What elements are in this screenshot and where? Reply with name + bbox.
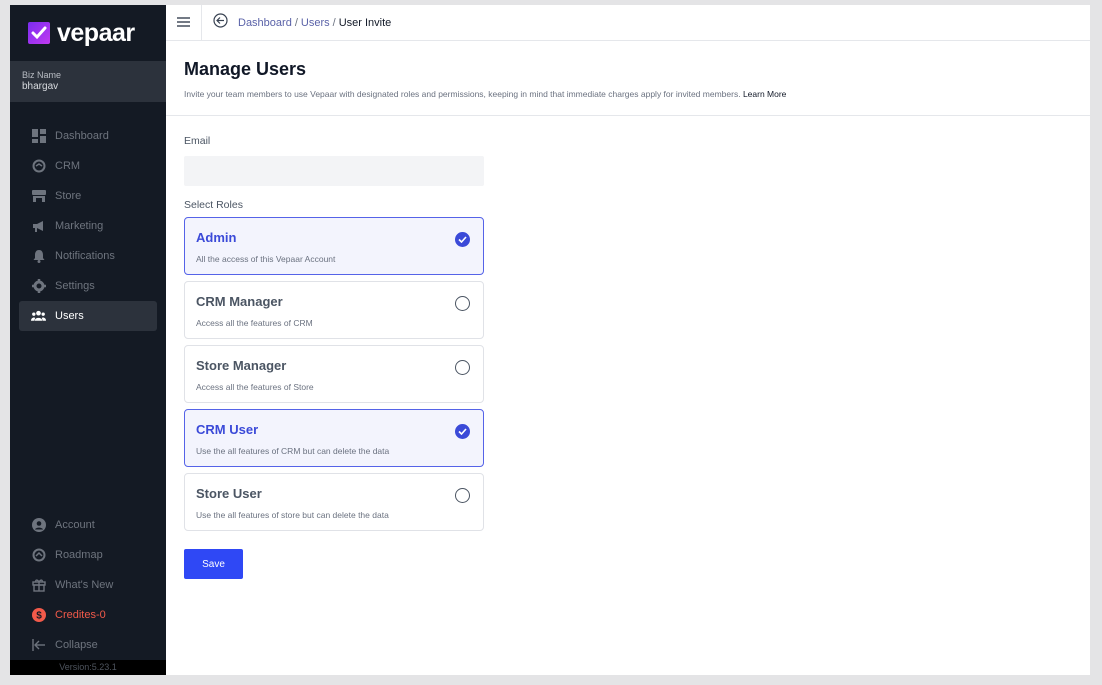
invite-form: Email Select Roles Admin All the access … [166,116,486,579]
sidebar-item-label: Settings [55,280,95,292]
sidebar-item-credits[interactable]: $ Credites-0 [19,600,157,630]
role-option-store-user[interactable]: Store User Use the all features of store… [184,473,484,531]
role-option-crm-user[interactable]: CRM User Use the all features of CRM but… [184,409,484,467]
sidebar-item-account[interactable]: Account [19,510,157,540]
role-name: Store Manager [196,358,287,373]
breadcrumb-dashboard[interactable]: Dashboard [238,17,292,29]
store-icon [31,189,46,204]
role-description: Use the all features of store but can de… [196,510,389,520]
sidebar-item-users[interactable]: Users [19,301,157,331]
check-circle-icon [455,232,470,247]
role-name: CRM Manager [196,294,283,309]
sidebar-bottom-nav: Account Roadmap What's New $ Credites-0 [19,510,157,660]
sidebar-item-roadmap[interactable]: Roadmap [19,540,157,570]
sidebar-item-store[interactable]: Store [19,181,157,211]
sidebar-item-whats-new[interactable]: What's New [19,570,157,600]
sidebar-item-label: Credites-0 [55,609,106,621]
app-window: vepaar Biz Name bhargav Dashboard CRM St… [10,4,1090,675]
svg-text:$: $ [36,611,42,622]
email-field[interactable] [184,156,484,186]
sidebar: vepaar Biz Name bhargav Dashboard CRM St… [10,5,166,675]
check-circle-icon [455,424,470,439]
sidebar-item-dashboard[interactable]: Dashboard [19,121,157,151]
role-option-crm-manager[interactable]: CRM Manager Access all the features of C… [184,281,484,339]
sidebar-item-crm[interactable]: CRM [19,151,157,181]
radio-circle-icon [455,360,470,375]
role-description: Access all the features of Store [196,382,314,392]
account-icon [31,518,46,533]
breadcrumb-users[interactable]: Users [301,17,330,29]
collapse-icon [31,638,46,653]
roadmap-icon [31,548,46,563]
sidebar-item-notifications[interactable]: Notifications [19,241,157,271]
credit-icon: $ [31,608,46,623]
learn-more-link[interactable]: Learn More [743,89,786,99]
sidebar-nav: Dashboard CRM Store Marketing Notificati… [10,121,166,331]
gear-icon [31,279,46,294]
sidebar-item-label: CRM [55,160,81,172]
biz-switcher[interactable]: Biz Name bhargav [10,61,166,102]
megaphone-icon [31,219,46,234]
brand-name: vepaar [57,18,135,47]
sidebar-item-label: Dashboard [55,130,109,142]
page-header: Manage Users Invite your team members to… [166,41,1090,116]
page-description: Invite your team members to use Vepaar w… [184,89,741,99]
breadcrumb: Dashboard / Users / User Invite [238,17,391,29]
back-arrow-icon [212,12,228,33]
page-subtitle: Invite your team members to use Vepaar w… [184,89,1072,99]
sidebar-item-label: Marketing [55,220,104,232]
back-button[interactable] [212,12,228,33]
breadcrumb-current: User Invite [338,16,392,29]
roles-label: Select Roles [184,199,243,211]
dashboard-icon [31,129,46,144]
radio-circle-icon [455,296,470,311]
sidebar-item-label: Account [55,519,95,531]
hamburger-icon [177,14,190,32]
sidebar-item-collapse[interactable]: Collapse [19,630,157,660]
radio-circle-icon [455,488,470,503]
biz-label: Biz Name [22,70,62,80]
gift-icon [31,578,46,593]
role-name: CRM User [196,422,259,437]
role-name: Store User [196,486,262,501]
sidebar-item-label: Collapse [55,639,98,651]
menu-button[interactable] [166,4,202,41]
role-description: Use the all features of CRM but can dele… [196,446,390,456]
save-button[interactable]: Save [184,549,243,579]
breadcrumb-separator: / [294,16,298,29]
role-option-store-manager[interactable]: Store Manager Access all the features of… [184,345,484,403]
role-option-admin[interactable]: Admin All the access of this Vepaar Acco… [184,217,484,275]
role-description: All the access of this Vepaar Account [196,254,336,264]
sidebar-item-label: Store [55,190,82,202]
version-label: Version:5.23.1 [10,660,166,675]
sidebar-item-marketing[interactable]: Marketing [19,211,157,241]
email-label: Email [184,135,211,147]
sidebar-item-label: Roadmap [55,549,103,561]
role-description: Access all the features of CRM [196,318,313,328]
logo-icon [28,22,50,44]
crm-icon [31,159,46,174]
topbar: Dashboard / Users / User Invite [166,4,1090,41]
sidebar-item-label: Users [55,310,84,322]
page-title: Manage Users [184,59,307,79]
main-content: Dashboard / Users / User Invite Manage Users… [166,4,1090,675]
logo[interactable]: vepaar [10,5,166,61]
sidebar-item-settings[interactable]: Settings [19,271,157,301]
sidebar-item-label: Notifications [55,250,115,262]
sidebar-item-label: What's New [55,579,114,591]
role-name: Admin [196,230,237,245]
bell-icon [31,249,46,264]
users-icon [31,309,46,324]
biz-name: bhargav [22,81,59,92]
breadcrumb-separator: / [332,16,336,29]
